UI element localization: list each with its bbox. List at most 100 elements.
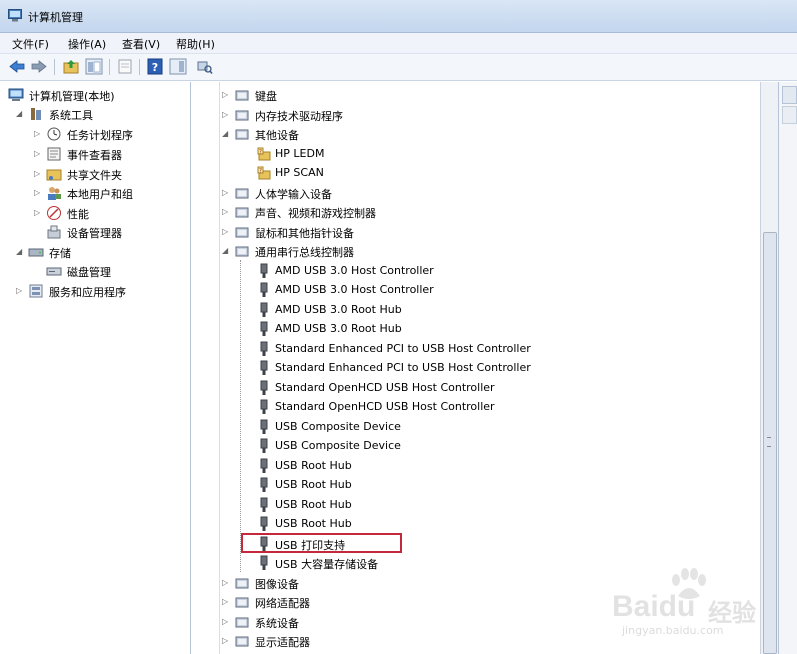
toolbar-separator <box>54 59 55 75</box>
expanded-arrow-icon[interactable]: ◢ <box>16 109 25 118</box>
device-category-icon <box>235 188 249 198</box>
tree-item-label: 任务计划程序 <box>67 129 133 142</box>
expanded-arrow-icon[interactable]: ◢ <box>222 129 231 138</box>
watermark-brand-cn: 经验 <box>708 599 756 627</box>
device-item[interactable]: ? HP LEDM <box>240 145 760 163</box>
tree-item-label: 事件查看器 <box>67 149 122 162</box>
menu-action[interactable]: 操作(A) <box>68 36 106 52</box>
computer-management-icon <box>8 88 24 101</box>
watermark-brand: Baidu <box>612 590 696 623</box>
device-item[interactable]: AMD USB 3.0 Host Controller <box>240 262 760 280</box>
svg-text:?: ? <box>259 148 262 155</box>
device-item[interactable]: Standard OpenHCD USB Host Controller <box>240 379 760 397</box>
menu-view[interactable]: 查看(V) <box>122 36 160 52</box>
tree-item-storage[interactable]: ◢ 存储 <box>16 243 186 261</box>
device-category[interactable]: ▷ 人体学输入设备 <box>222 184 760 202</box>
device-label: 图像设备 <box>255 577 299 591</box>
device-category[interactable]: ▷ 鼠标和其他指针设备 <box>222 223 760 241</box>
action-pane-tab[interactable] <box>782 106 797 124</box>
collapsed-arrow-icon[interactable]: ▷ <box>34 169 43 178</box>
usb-plug-icon <box>260 321 268 336</box>
collapsed-arrow-icon[interactable]: ▷ <box>34 149 43 158</box>
tree-item-disk-management[interactable]: 磁盘管理 <box>34 262 184 280</box>
device-item[interactable]: USB Root Hub <box>240 476 760 494</box>
toolbar-separator <box>109 59 110 75</box>
tree-item-local-users[interactable]: ▷ 本地用户和组 <box>34 184 184 202</box>
device-item[interactable]: Standard OpenHCD USB Host Controller <box>240 398 760 416</box>
device-item[interactable]: USB Composite Device <box>240 418 760 436</box>
device-item[interactable]: AMD USB 3.0 Root Hub <box>240 301 760 319</box>
device-category[interactable]: ◢ 通用串行总线控制器 <box>222 242 760 260</box>
action-pane-icon[interactable] <box>169 58 187 75</box>
tree-item-system-tools[interactable]: ◢ 系统工具 <box>16 105 186 123</box>
device-item[interactable]: AMD USB 3.0 Host Controller <box>240 281 760 299</box>
back-arrow-icon[interactable] <box>8 58 26 75</box>
collapsed-arrow-icon[interactable]: ▷ <box>222 597 231 606</box>
tree-item-task-scheduler[interactable]: ▷ 任务计划程序 <box>34 125 184 143</box>
device-label: HP LEDM <box>275 146 325 160</box>
device-item[interactable]: Standard Enhanced PCI to USB Host Contro… <box>240 359 760 377</box>
collapsed-arrow-icon[interactable]: ▷ <box>222 636 231 645</box>
device-label: AMD USB 3.0 Host Controller <box>275 283 434 296</box>
device-label: 声音、视频和游戏控制器 <box>255 207 376 220</box>
collapsed-arrow-icon[interactable]: ▷ <box>16 286 25 295</box>
device-label: USB Root Hub <box>275 497 352 511</box>
pane-splitter[interactable] <box>191 82 220 654</box>
collapsed-arrow-icon[interactable]: ▷ <box>34 129 43 138</box>
collapsed-arrow-icon[interactable]: ▷ <box>222 617 231 626</box>
menu-file[interactable]: 文件(F) <box>12 36 49 52</box>
tree-item-event-viewer[interactable]: ▷ 事件查看器 <box>34 145 184 163</box>
navigation-tree: 计算机管理(本地) ◢ 系统工具 ▷ 任务计划程序 ▷ 事件查看器 ▷ 共享文件… <box>0 82 191 654</box>
help-icon[interactable]: ? <box>146 58 164 75</box>
device-category[interactable]: ▷ 声音、视频和游戏控制器 <box>222 203 760 221</box>
collapsed-arrow-icon[interactable]: ▷ <box>34 208 43 217</box>
device-label: AMD USB 3.0 Root Hub <box>275 322 402 335</box>
expanded-arrow-icon[interactable]: ◢ <box>16 247 25 256</box>
device-item[interactable]: ? HP SCAN <box>240 164 760 182</box>
tree-item-services-apps[interactable]: ▷ 服务和应用程序 <box>16 282 186 300</box>
unknown-device-icon: ? <box>257 147 271 160</box>
device-label: USB Composite Device <box>275 419 401 433</box>
device-item[interactable]: USB Root Hub <box>240 496 760 514</box>
device-label: AMD USB 3.0 Host Controller <box>275 263 434 277</box>
device-category[interactable]: ◢ 其他设备 <box>222 125 760 143</box>
device-item[interactable]: Standard Enhanced PCI to USB Host Contro… <box>240 340 760 358</box>
collapsed-arrow-icon[interactable]: ▷ <box>222 207 231 216</box>
device-label: 显示适配器 <box>255 636 310 649</box>
collapsed-arrow-icon[interactable]: ▷ <box>222 90 231 99</box>
up-folder-icon[interactable] <box>62 58 80 75</box>
device-item[interactable]: AMD USB 3.0 Root Hub <box>240 320 760 338</box>
device-label: USB Composite Device <box>275 439 401 452</box>
device-category[interactable]: ▷ 键盘 <box>222 86 760 104</box>
show-hide-tree-icon[interactable] <box>85 58 103 75</box>
device-category-icon <box>235 597 249 608</box>
tree-item-label: 存储 <box>49 247 71 260</box>
device-category-icon <box>235 90 249 101</box>
storage-icon <box>28 248 44 257</box>
device-item[interactable]: USB Root Hub <box>240 515 760 533</box>
device-category[interactable]: ▷ 内存技术驱动程序 <box>222 106 760 124</box>
tree-item-shared-folders[interactable]: ▷ 共享文件夹 <box>34 165 184 183</box>
action-pane-tab[interactable] <box>782 86 797 104</box>
tree-item-label: 服务和应用程序 <box>49 286 126 299</box>
scan-hardware-icon[interactable] <box>195 58 213 75</box>
tree-item-performance[interactable]: ▷ 性能 <box>34 204 184 222</box>
properties-icon[interactable] <box>116 58 134 75</box>
tree-item-device-manager[interactable]: 设备管理器 <box>34 223 184 241</box>
collapsed-arrow-icon[interactable]: ▷ <box>34 188 43 197</box>
device-item[interactable]: USB Composite Device <box>240 437 760 455</box>
menu-help[interactable]: 帮助(H) <box>176 36 215 52</box>
forward-arrow-icon[interactable] <box>30 58 48 75</box>
collapsed-arrow-icon[interactable]: ▷ <box>222 578 231 587</box>
expanded-arrow-icon[interactable]: ◢ <box>222 246 231 255</box>
toolbar-separator <box>139 59 140 75</box>
usb-plug-icon <box>260 477 268 492</box>
collapsed-arrow-icon[interactable]: ▷ <box>222 188 231 197</box>
device-item[interactable]: USB Root Hub <box>240 457 760 475</box>
device-label: Standard Enhanced PCI to USB Host Contro… <box>275 361 531 374</box>
collapsed-arrow-icon[interactable]: ▷ <box>222 227 231 236</box>
collapsed-arrow-icon[interactable]: ▷ <box>222 110 231 119</box>
device-category-icon <box>235 246 249 257</box>
tree-item-label: 本地用户和组 <box>67 188 133 201</box>
tree-item-computer-management[interactable]: 计算机管理(本地) <box>8 86 188 104</box>
